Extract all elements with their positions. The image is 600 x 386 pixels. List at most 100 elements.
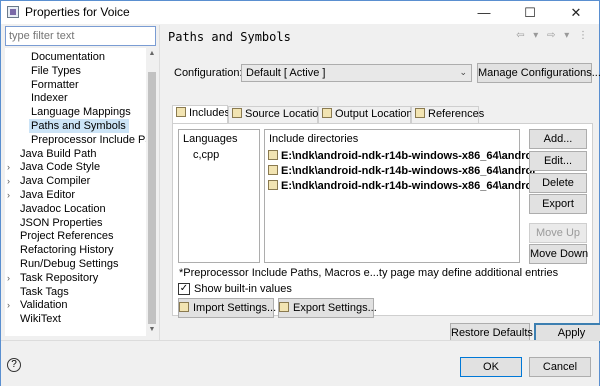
maximize-button[interactable]: ☐ [507,1,553,24]
tree-item-label: Documentation [31,51,105,63]
export-button[interactable]: Export [529,194,587,214]
expand-arrow-icon[interactable]: › [7,160,10,174]
tree-item[interactable]: JSON Properties [18,216,106,230]
include-directories-header: Include directories [269,133,359,145]
tree-item[interactable]: Documentation [29,50,108,64]
tree-item[interactable]: Preprocessor Include Pat [29,133,158,147]
output-location-icon [322,108,332,118]
navigation-arrows-icon[interactable]: ⇦ ▾ ⇨ ▾ ⋮ [516,30,591,41]
add-button[interactable]: Add... [529,129,587,149]
show-builtin-checkbox[interactable]: ✓ [178,283,190,295]
tree-item-label: Validation [20,299,68,312]
tree-scrollbar[interactable]: ▲ ▼ [146,48,158,336]
tree-item-label: Language Mappings [31,106,131,119]
expand-arrow-icon[interactable]: › [7,174,10,188]
language-item[interactable]: c,cpp [193,149,219,161]
tree-item[interactable]: › Java Compiler [7,174,93,188]
import-icon [179,302,189,312]
tree-item[interactable]: Refactoring History [18,243,117,257]
page-content: Configuration: Default [ Active ] ⌄ Mana… [160,50,600,343]
import-settings-button[interactable]: Import Settings... [178,298,276,318]
include-path: E:\ndk\android-ndk-r14b-windows-x86_64\a… [281,180,536,192]
tree-item[interactable]: › Validation [7,298,71,312]
button-label: Export Settings... [293,302,377,314]
configuration-select[interactable]: Default [ Active ] ⌄ [241,64,472,82]
tree-item-label: Paths and Symbols [31,120,126,132]
tree-item-label: Project References [20,230,114,243]
tab-references[interactable]: References [411,106,484,123]
ok-button[interactable]: OK [460,357,522,377]
tree-item[interactable]: Paths and Symbols [29,119,129,133]
scroll-down-arrow-icon[interactable]: ▼ [146,324,158,336]
folder-include-icon [268,165,278,175]
tree-item-label: JSON Properties [20,216,103,229]
expand-arrow-icon[interactable]: › [7,188,10,202]
include-directory-item[interactable]: E:\ndk\android-ndk-r14b-windows-x86_64\a… [268,179,535,193]
move-down-button[interactable]: Move Down [529,244,588,264]
page-header: Paths and Symbols ⇦ ▾ ⇨ ▾ ⋮ [160,25,599,50]
configuration-value: Default [ Active ] [246,67,326,79]
edit-button[interactable]: Edit... [529,151,587,171]
tree-item[interactable]: Language Mappings [29,105,134,119]
tree-item[interactable]: Project References [18,229,117,243]
tree-item-label: Javadoc Location [20,202,106,215]
page-title: Paths and Symbols [168,30,291,44]
tree-item[interactable]: Run/Debug Settings [18,257,121,271]
move-up-button[interactable]: Move Up [529,223,587,243]
properties-dialog: Properties for Voice — ☐ ✕ Documentation… [0,0,600,386]
help-icon[interactable]: ? [7,358,21,372]
tab-includes[interactable]: Includes [172,105,230,124]
include-directories-list[interactable]: Include directories E:\ndk\android-ndk-r… [264,129,535,263]
tab-label: Includes [189,107,230,119]
filter-input[interactable] [5,26,156,46]
property-tree: Documentation File Types Formatter Indexer L… [5,48,158,336]
tab-label: References [428,108,485,120]
tree-item[interactable]: WikiText [18,312,64,326]
include-directory-item[interactable]: E:\ndk\android-ndk-r14b-windows-x86_64\a… [268,164,535,178]
references-icon [415,108,425,118]
tab-output-location[interactable]: Output Location [318,106,413,123]
tree-item[interactable]: Java Build Path [18,147,99,161]
tree-item[interactable]: File Types [29,64,84,78]
tree-item[interactable]: Formatter [29,78,82,92]
tree-item-label: Run/Debug Settings [20,258,119,270]
tree-item[interactable]: Javadoc Location [18,202,109,216]
tree-item-label: Refactoring History [20,244,114,257]
expand-arrow-icon[interactable]: › [7,298,10,312]
tree-item-label: Task Repository [20,271,99,284]
tree-item[interactable]: Indexer [29,91,71,105]
cancel-button[interactable]: Cancel [529,357,591,377]
info-note: *Preprocessor Include Paths, Macros e...… [179,267,559,279]
tree-item-label: Java Build Path [20,147,97,160]
tree-item-label: Java Editor [20,189,76,201]
chevron-down-icon: ⌄ [459,67,467,77]
tree-item-label: Java Compiler [20,175,91,188]
tab-source-location[interactable]: Source Location [228,106,325,123]
includes-panel: Languages c,cpp Include directories E:\n… [172,123,593,318]
tree-item[interactable]: › Task Repository [7,271,101,285]
tab-label: Source Location [245,108,325,120]
export-settings-button[interactable]: Export Settings... [278,298,377,318]
minimize-button[interactable]: — [461,1,507,24]
folder-include-icon [268,180,278,190]
languages-header: Languages [183,133,238,145]
manage-configurations-button[interactable]: Manage Configurations... [477,63,600,83]
include-directory-item[interactable]: E:\ndk\android-ndk-r14b-windows-x86_64\a… [268,149,535,163]
scroll-thumb[interactable] [148,72,156,324]
tab-label: Output Location [335,108,413,120]
include-path: E:\ndk\android-ndk-r14b-windows-x86_64\a… [281,150,536,162]
languages-list[interactable]: Languages c,cpp [178,129,260,263]
close-button[interactable]: ✕ [553,1,599,24]
tree-item[interactable]: › Java Code Style [7,160,103,174]
expand-arrow-icon[interactable]: › [7,271,10,285]
tree-item[interactable]: Task Tags [18,285,72,299]
dialog-button-bar: ? OK Cancel [1,340,599,386]
scroll-up-arrow-icon[interactable]: ▲ [146,48,158,60]
includes-icon [176,107,186,117]
configuration-label: Configuration: [174,67,243,79]
tree-item[interactable]: › Java Editor [7,188,78,202]
delete-button[interactable]: Delete [529,173,587,193]
include-path: E:\ndk\android-ndk-r14b-windows-x86_64\a… [281,165,536,177]
export-icon [279,302,289,312]
left-panel: DocumentationFile TypesFormatterIndexerL… [5,26,158,336]
